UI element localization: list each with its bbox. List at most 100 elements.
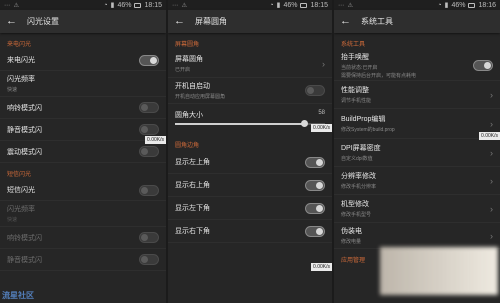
setting-title: 静音模式闪 [7,256,42,264]
setting-title: 闪光频率 [7,206,35,213]
setting-subtitle: 已开启 [175,67,191,73]
battery-icon [300,2,308,8]
setting-title: 机型修改 [341,201,369,208]
setting-row-screen-corners[interactable]: 屏幕圆角 已开启 › [168,50,332,78]
setting-row-sms-flash[interactable]: 短信闪光 [0,180,166,201]
app-bar: ← 闪光设置 [0,10,166,33]
corner-size-slider[interactable] [175,120,325,127]
wifi-icon: ◔ [269,1,274,9]
setting-subtitle: 修改System的build.prop [341,127,395,133]
setting-row-autostart[interactable]: 开机自启动 开机自动应用屏幕圆角 [168,78,332,104]
setting-row-dpi[interactable]: DPI屏幕密度 自定义dpi数值 › [334,139,500,167]
app-bar: ← 系统工具 [334,10,500,33]
wifi-icon: ◔ [437,1,442,9]
battery-percent: 46% [451,1,466,9]
vibrate-mode-flash-toggle[interactable] [139,146,159,157]
slider-label: 圆角大小 [175,112,203,119]
setting-title: 伪装电 [341,228,362,235]
back-arrow-icon[interactable]: ← [340,16,351,27]
setting-row-top-left[interactable]: 显示左上角 [168,151,332,174]
setting-row-raise-to-wake[interactable]: 抬手唤醒 当前状态:已开启 需要保持后台开启，可能有点耗电 [334,50,500,81]
slider-fill [175,123,304,125]
network-speed-overlay: 0.00K/s [311,124,332,132]
setting-subtitle: 修改手机分辨率 [341,184,377,190]
setting-row-model[interactable]: 机型修改 修改手机型号 › [334,195,500,223]
notification-icons: ⋯ ⚠ [4,2,21,9]
silent-mode-flash-toggle[interactable] [139,124,159,135]
corner-size-setting: 圆角大小 58 0.00K/s [168,104,332,132]
setting-row-performance[interactable]: 性能调整 调节手机性能 › [334,81,500,109]
setting-row-vibrate-mode-flash[interactable]: 震动模式闪 [0,141,166,163]
setting-title: 显示右下角 [175,228,210,235]
setting-title: 响铃模式闪 [7,234,42,242]
setting-row-sms-silent-mode-flash[interactable]: 静音模式闪 [0,249,166,271]
slider-thumb[interactable] [301,120,308,127]
ring-mode-flash-toggle[interactable] [139,102,159,113]
battery-icon [134,2,142,8]
chevron-right-icon: › [490,175,493,186]
back-arrow-icon[interactable]: ← [174,16,185,27]
signal-icon: ▮ [110,2,115,9]
page-title: 系统工具 [361,17,393,26]
setting-subtitle: 当前状态:已开启 [341,64,378,71]
setting-row-flash-frequency[interactable]: 闪光频率 快速 [0,71,166,97]
signal-icon: ▮ [444,2,449,9]
status-bar: ⋯ ⚠ ◔ ▮ 46% 18:15 [168,0,332,10]
chevron-right-icon: › [322,58,325,69]
setting-title: 显示右上角 [175,182,210,189]
app-bar: ← 屏幕圆角 [168,10,332,33]
clock: 18:15 [144,1,162,9]
setting-subtitle: 调节手机性能 [341,98,372,104]
sms-silent-mode-flash-toggle[interactable] [139,254,159,265]
setting-subtitle: 开机自动应用屏幕圆角 [175,94,226,100]
status-bar: ⋯ ⚠ ◔ ▮ 46% 18:16 [334,0,500,10]
autostart-toggle[interactable] [305,85,325,96]
setting-row-sms-ring-mode-flash[interactable]: 响铃模式闪 [0,227,166,249]
setting-title: 开机自启动 [175,83,210,90]
signal-icon: ▮ [276,2,281,9]
back-arrow-icon[interactable]: ← [6,16,17,27]
slider-value: 58 [318,110,325,116]
top-right-toggle[interactable] [305,179,325,191]
setting-title: 震动模式闪 [7,148,42,156]
notification-icons: ⋯ ⚠ [338,2,355,9]
setting-title: 抬手唤醒 [341,53,369,61]
network-speed-overlay: 0.00K/s [311,263,332,271]
setting-subtitle: 自定义dpi数值 [341,156,373,162]
setting-title: 短信闪光 [7,187,35,194]
bottom-right-toggle[interactable] [305,225,325,237]
setting-title: 性能调整 [341,87,369,94]
section-header-system-tools: 系统工具 [341,42,366,48]
battery-percent: 46% [117,1,132,9]
call-flash-toggle[interactable] [139,54,159,66]
wifi-icon: ◔ [103,1,108,9]
system-tools-screen: ⋯ ⚠ ◔ ▮ 46% 18:16 ← 系统工具 系统工具 抬手唤醒 当前状态:… [334,0,500,303]
blurred-overlay [380,247,498,295]
setting-subtitle: 修改手机型号 [341,212,372,218]
chevron-right-icon: › [490,147,493,158]
setting-title: 分辨率修改 [341,173,376,180]
battery-percent: 46% [283,1,298,9]
setting-row-bottom-left[interactable]: 显示左下角 [168,197,332,220]
bottom-left-toggle[interactable] [305,202,325,214]
clock: 18:16 [478,1,496,9]
setting-row-call-flash[interactable]: 来电闪光 [0,50,166,71]
setting-row-bottom-right[interactable]: 显示右下角 [168,220,332,243]
sms-flash-toggle[interactable] [139,184,159,196]
section-header-sms-flash: 短信闪光 [7,172,32,178]
setting-row-ring-mode-flash[interactable]: 响铃模式闪 [0,97,166,119]
chevron-right-icon: › [490,203,493,214]
raise-to-wake-toggle[interactable] [473,59,493,71]
setting-row-resolution[interactable]: 分辨率修改 修改手机分辨率 › [334,167,500,195]
notification-icons: ⋯ ⚠ [172,2,189,9]
setting-row-top-right[interactable]: 显示右上角 [168,174,332,197]
section-header-call-flash: 来电闪光 [7,42,32,48]
setting-row-fake-battery[interactable]: 伪装电 修改电量 › [334,223,500,249]
setting-row-sms-flash-frequency[interactable]: 闪光频率 快速 [0,201,166,227]
sms-ring-mode-flash-toggle[interactable] [139,232,159,243]
rounded-corners-screen: ⋯ ⚠ ◔ ▮ 46% 18:15 ← 屏幕圆角 屏幕圆角 屏幕圆角 已开启 ›… [168,0,332,303]
top-left-toggle[interactable] [305,156,325,168]
setting-row-buildprop[interactable]: BuildProp编辑 修改System的build.prop › 0.00K/… [334,109,500,140]
setting-title: DPI屏幕密度 [341,145,381,152]
setting-row-silent-mode-flash[interactable]: 静音模式闪 0.00K/s [0,119,166,144]
